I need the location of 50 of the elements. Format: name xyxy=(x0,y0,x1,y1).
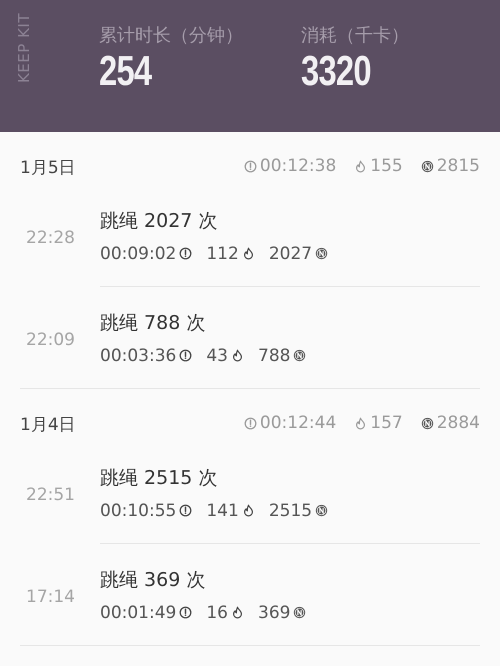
clock-icon xyxy=(244,416,257,430)
session-time: 22:28 xyxy=(25,228,76,248)
stat-value: 3320 xyxy=(301,47,372,95)
coin-icon xyxy=(293,349,306,362)
session-title: 跳绳 2515 次 xyxy=(100,466,218,490)
flame-value: 157 xyxy=(370,413,403,433)
coin-value: 2515 xyxy=(268,500,312,520)
flame-value: 155 xyxy=(370,156,403,176)
flame-icon xyxy=(242,504,255,517)
clock-value: 00:12:38 xyxy=(260,156,336,176)
flame-icon xyxy=(231,349,244,362)
coin-value: 2815 xyxy=(436,156,480,176)
session-title: 跳绳 2027 次 xyxy=(100,208,218,234)
clock-value: 00:01:49 xyxy=(100,602,176,622)
session-time: 22:51 xyxy=(25,484,76,504)
clock-value: 00:09:02 xyxy=(100,244,176,264)
coin-icon xyxy=(315,247,328,260)
flame-value: 43 xyxy=(206,346,228,366)
day-date: 1月4日 xyxy=(20,414,76,436)
stat-value: 254 xyxy=(99,47,153,95)
coin-icon xyxy=(420,160,434,172)
coin-value: 2884 xyxy=(436,413,480,433)
session-title: 跳绳 369 次 xyxy=(100,568,206,592)
stat-label: 累计时长（分钟） xyxy=(99,24,243,47)
flame-value: 16 xyxy=(206,602,228,622)
clock-value: 00:12:44 xyxy=(260,413,336,433)
stat-label: 消耗（千卡） xyxy=(301,24,409,47)
clock-icon xyxy=(179,606,192,619)
flame-value: 112 xyxy=(206,244,239,264)
coin-value: 369 xyxy=(258,602,290,622)
session-time: 22:09 xyxy=(25,330,76,350)
flame-icon xyxy=(242,247,255,260)
session-time: 17:14 xyxy=(25,586,76,606)
clock-value: 00:03:36 xyxy=(100,346,176,366)
flame-icon xyxy=(354,160,368,172)
clock-icon xyxy=(244,160,257,172)
clock-value: 00:10:55 xyxy=(100,500,176,520)
flame-icon xyxy=(354,416,368,430)
clock-icon xyxy=(179,349,192,362)
clock-icon xyxy=(179,504,192,517)
coin-icon xyxy=(420,416,434,430)
coin-value: 788 xyxy=(258,346,290,366)
session-title: 跳绳 788 次 xyxy=(100,310,206,336)
coin-value: 2027 xyxy=(268,244,312,264)
coin-icon xyxy=(293,606,306,619)
day-date: 1月5日 xyxy=(20,157,76,179)
flame-icon xyxy=(231,606,244,619)
coin-icon xyxy=(315,504,328,517)
flame-value: 141 xyxy=(206,500,239,520)
clock-icon xyxy=(179,247,192,260)
